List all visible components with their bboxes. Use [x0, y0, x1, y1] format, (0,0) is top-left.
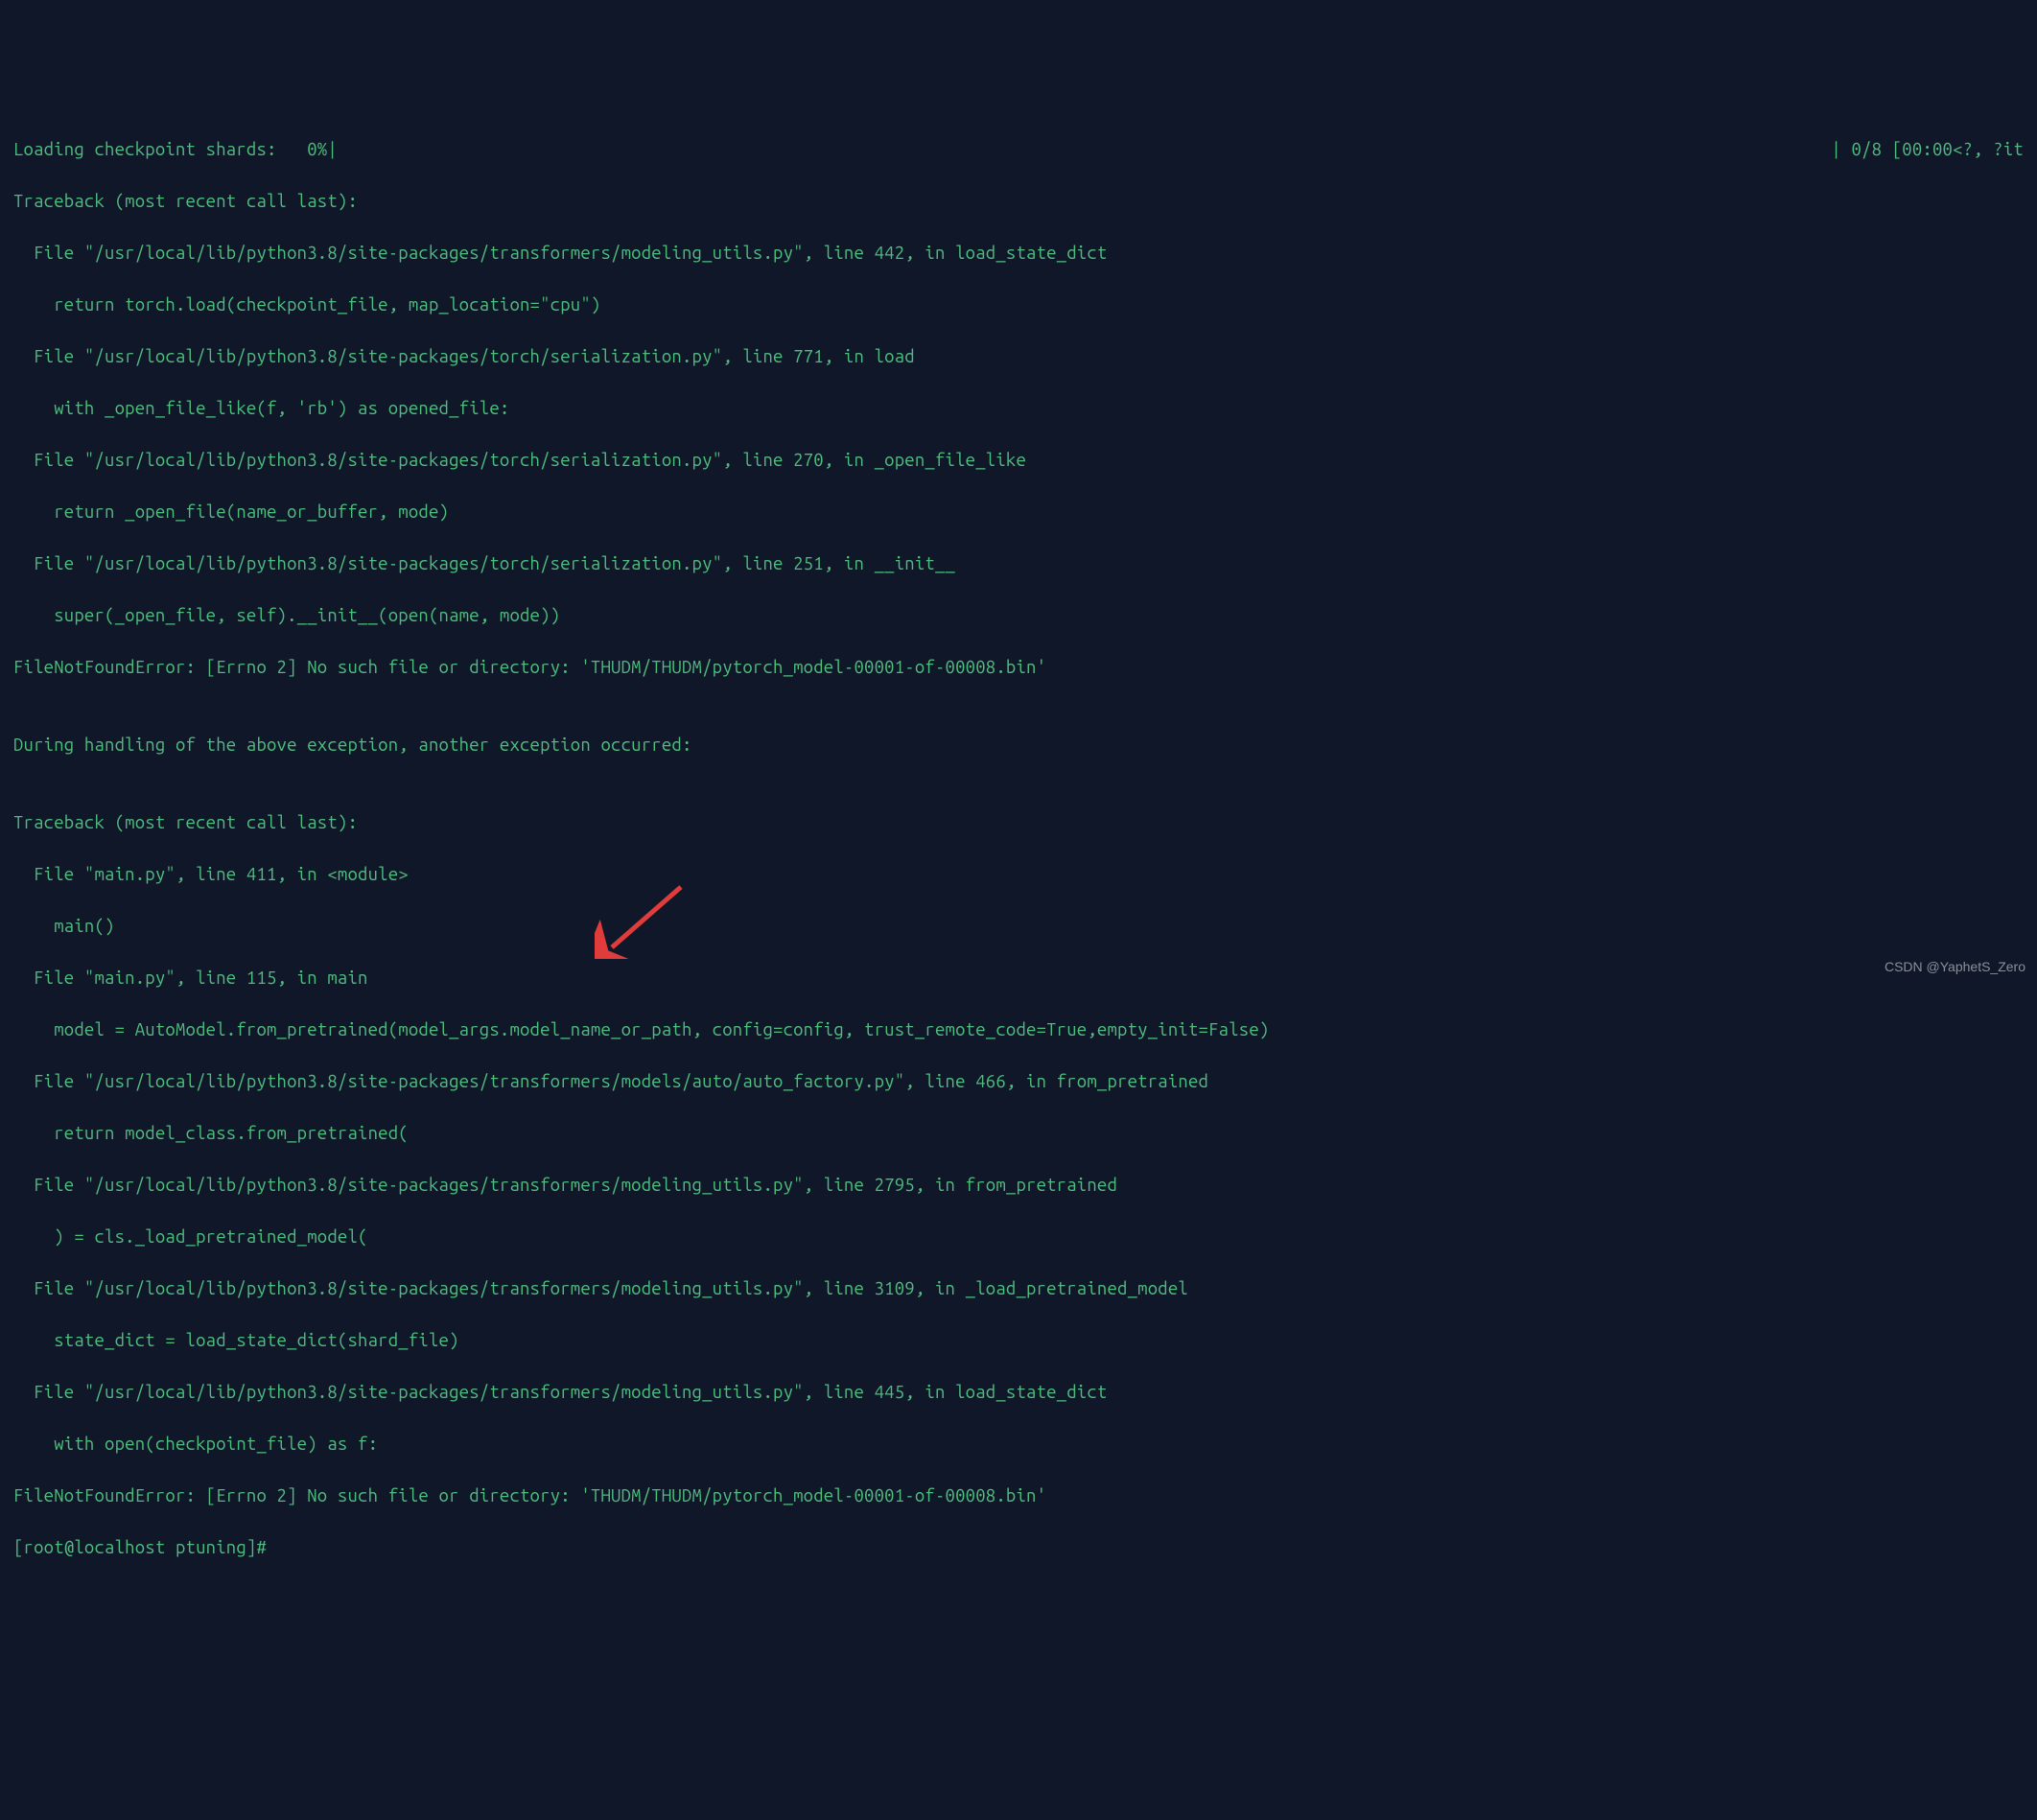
traceback-line: File "/usr/local/lib/python3.8/site-pack… [13, 344, 2024, 370]
traceback-line: return _open_file(name_or_buffer, mode) [13, 500, 2024, 525]
traceback-line: ) = cls._load_pretrained_model( [13, 1225, 2024, 1250]
progress-line: Loading checkpoint shards: 0%| | 0/8 [00:… [13, 137, 2024, 163]
traceback-line: state_dict = load_state_dict(shard_file) [13, 1328, 2024, 1354]
progress-bar-empty [338, 137, 1831, 163]
traceback-line: model = AutoModel.from_pretrained(model_… [13, 1017, 2024, 1043]
traceback-line: File "/usr/local/lib/python3.8/site-pack… [13, 241, 2024, 267]
traceback-line: File "/usr/local/lib/python3.8/site-pack… [13, 1380, 2024, 1406]
traceback-line: main() [13, 914, 2024, 940]
traceback-line: File "main.py", line 115, in main [13, 966, 2024, 992]
error-line: FileNotFoundError: [Errno 2] No such fil… [13, 1483, 2024, 1509]
watermark-text: CSDN @YaphetS_Zero [1885, 954, 2025, 980]
traceback-line: super(_open_file, self).__init__(open(na… [13, 603, 2024, 629]
progress-label-right: | 0/8 [00:00<?, ?it [1831, 137, 2024, 163]
traceback-line: return model_class.from_pretrained( [13, 1121, 2024, 1147]
traceback-line: File "/usr/local/lib/python3.8/site-pack… [13, 448, 2024, 474]
traceback-line: with _open_file_like(f, 'rb') as opened_… [13, 396, 2024, 422]
traceback-line: File "/usr/local/lib/python3.8/site-pack… [13, 1173, 2024, 1199]
progress-label-left: Loading checkpoint shards: 0%| [13, 137, 338, 163]
traceback-line: File "/usr/local/lib/python3.8/site-pack… [13, 1069, 2024, 1095]
traceback-line: File "/usr/local/lib/python3.8/site-pack… [13, 1276, 2024, 1302]
traceback-line: File "/usr/local/lib/python3.8/site-pack… [13, 551, 2024, 577]
traceback-line: Traceback (most recent call last): [13, 189, 2024, 215]
traceback-line: with open(checkpoint_file) as f: [13, 1432, 2024, 1458]
exception-chain-line: During handling of the above exception, … [13, 733, 2024, 758]
terminal-output: Loading checkpoint shards: 0%| | 0/8 [00:… [13, 111, 2024, 1587]
traceback-line: Traceback (most recent call last): [13, 810, 2024, 836]
shell-prompt[interactable]: [root@localhost ptuning]# [13, 1535, 2024, 1561]
traceback-line: File "main.py", line 411, in <module> [13, 862, 2024, 888]
traceback-line: return torch.load(checkpoint_file, map_l… [13, 292, 2024, 318]
error-line: FileNotFoundError: [Errno 2] No such fil… [13, 655, 2024, 681]
